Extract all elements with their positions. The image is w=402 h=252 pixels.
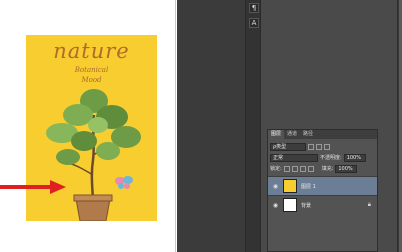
poster-title: nature	[53, 39, 130, 63]
poster-subtitle-line2: Mood	[81, 76, 102, 84]
tab-paths[interactable]: 路径	[300, 130, 316, 139]
layer-row-background[interactable]: ◉ 背景 🔒︎	[268, 195, 377, 214]
character-tool-button[interactable]: A	[249, 18, 259, 28]
lock-all-icon[interactable]	[307, 165, 314, 172]
opacity-label: 不透明度:	[320, 155, 342, 161]
right-scrollbar[interactable]	[397, 0, 402, 252]
paragraph-tool-button[interactable]: ¶	[249, 3, 259, 13]
layer-row-layer1[interactable]: ◉ 图层 1	[268, 176, 377, 195]
poster-subtitle-line1: Botanical	[74, 66, 109, 74]
filter-adjust-icon[interactable]	[316, 143, 322, 150]
panel-tabs: 图层 通道 路径	[268, 130, 377, 139]
blend-mode-select[interactable]: 正常	[270, 153, 318, 162]
layer-name: 图层 1	[301, 183, 316, 190]
layers-panel: 图层 通道 路径 ρ类型 正常 不透明度: 100% 锁定: 填充: 100% …	[267, 129, 378, 252]
photoshop-workspace: ¶ A 图层 通道 路径 ρ类型 正常 不透明度: 100% 锁定: 填充: 1…	[177, 0, 402, 252]
filter-pixel-icon[interactable]	[308, 143, 314, 150]
layer-filter-row: ρ类型	[270, 142, 375, 151]
panel-dock-background	[177, 0, 245, 252]
fill-label: 填充:	[321, 166, 334, 172]
red-arrow-icon	[0, 180, 66, 194]
potted-plant-illustration	[46, 89, 141, 221]
layer-name: 背景	[301, 202, 312, 209]
tab-channels[interactable]: 通道	[284, 130, 300, 139]
lock-icon: 🔒︎	[367, 201, 371, 208]
visibility-eye-icon[interactable]: ◉	[272, 183, 279, 190]
lock-label: 锁定:	[270, 166, 282, 172]
opacity-input[interactable]: 100%	[343, 153, 366, 162]
lock-brush-icon[interactable]	[291, 165, 298, 172]
fill-input[interactable]: 100%	[335, 164, 358, 173]
lock-fill-row: 锁定: 填充: 100%	[270, 164, 375, 173]
document-canvas[interactable]: nature Botanical Mood	[0, 0, 176, 252]
collapsed-tool-panel: ¶ A	[245, 0, 261, 252]
blend-opacity-row: 正常 不透明度: 100%	[270, 153, 375, 162]
lock-move-icon[interactable]	[299, 165, 306, 172]
tab-layers[interactable]: 图层	[268, 130, 285, 139]
visibility-eye-icon[interactable]: ◉	[272, 202, 279, 209]
layer-thumbnail	[283, 198, 297, 212]
layer-thumbnail	[283, 179, 297, 193]
lock-transparent-icon[interactable]	[283, 165, 290, 172]
layer-filter-select[interactable]: ρ类型	[270, 142, 306, 151]
filter-type-icon[interactable]	[324, 143, 330, 150]
